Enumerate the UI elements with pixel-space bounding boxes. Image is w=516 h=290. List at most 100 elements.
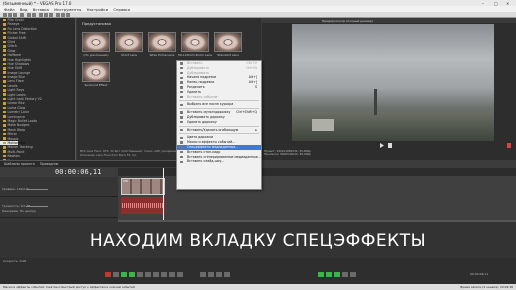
close-button[interactable]: ✕ <box>506 1 509 6</box>
snap-button[interactable] <box>200 272 206 277</box>
stop-button[interactable] <box>145 272 151 277</box>
paste-icon[interactable] <box>49 13 53 17</box>
normal-edit-tool-button[interactable] <box>318 272 324 277</box>
trim-button[interactable] <box>350 272 356 277</box>
audio-track-header[interactable]: Громкость: 0,0 dB Панорама: По центру <box>0 198 118 218</box>
video-event[interactable]: VID <box>121 178 165 195</box>
folder-icon <box>3 141 6 145</box>
go-to-start-button[interactable] <box>153 272 159 277</box>
preset-thumbnail[interactable] <box>181 32 209 52</box>
selection-edit-tool-button[interactable] <box>334 272 340 277</box>
minimize-button[interactable]: – <box>482 1 484 6</box>
save-icon[interactable] <box>13 13 17 17</box>
menu-item-icon <box>180 95 183 99</box>
render-icon[interactable] <box>20 13 24 17</box>
preset-label: Sunburst Effect <box>84 83 108 87</box>
folder-label: Image Blur <box>7 75 25 80</box>
menu-item-label: Вставить/Удалить огибающую <box>187 127 239 132</box>
folder-icon <box>3 58 6 61</box>
zoom-tool-icon[interactable] <box>66 13 70 17</box>
tab-project-templates[interactable]: Шаблоны проекта <box>4 162 35 166</box>
audio-waveform <box>122 203 164 208</box>
folder-icon <box>3 128 6 132</box>
cut-icon[interactable] <box>39 13 43 17</box>
playhead-cursor[interactable] <box>163 168 164 222</box>
envelope-tool-icon[interactable] <box>61 13 65 17</box>
preset-thumbnail[interactable] <box>148 32 176 52</box>
copy-icon[interactable] <box>44 13 48 17</box>
folder-icon <box>3 110 6 114</box>
video-frame <box>292 24 494 141</box>
tab-explorer[interactable]: Проводник <box>40 162 58 166</box>
menu-separator <box>179 108 259 110</box>
menu-item-icon <box>180 150 183 154</box>
menu-item-icon <box>180 111 183 114</box>
go-to-end-button[interactable] <box>161 272 167 277</box>
audio-event[interactable] <box>121 197 165 214</box>
video-track-header[interactable]: Уровень: 100,0 % <box>0 177 118 197</box>
folder-icon <box>3 97 6 101</box>
prev-frame-button[interactable] <box>169 272 175 277</box>
folder-label: Multi-Point <box>7 149 25 154</box>
menu-item[interactable]: Выбрать все после курсора <box>177 102 261 107</box>
menu-separator <box>179 125 259 127</box>
folder-label: Magic Bullet Looks <box>7 118 38 123</box>
folder-icon <box>3 62 6 66</box>
menu-item-label: Разделить <box>187 84 205 89</box>
new-icon[interactable] <box>3 13 7 17</box>
menu-item-icon <box>180 71 183 75</box>
maximize-button[interactable]: □ <box>494 1 498 6</box>
menu-item[interactable]: Удалить дорожку <box>177 120 261 125</box>
menu-item-label: Конец подрезки <box>187 80 215 85</box>
video-event-label: VID <box>123 178 128 183</box>
folder-label: Lens Flare <box>7 79 24 84</box>
folder-label: Luminance <box>7 114 25 119</box>
preview-transport-icons[interactable] <box>262 142 516 149</box>
split-button[interactable] <box>342 272 348 277</box>
timeline-timecode: 00:00:06,11 <box>55 168 102 176</box>
folder-label: Linear Blur <box>7 101 25 106</box>
folder-label: Motion Blur <box>7 140 26 145</box>
preview-info: Проект: 1920x1080x32, 30,000p Просмотр: … <box>264 149 514 157</box>
folder-icon <box>3 23 6 26</box>
window-title: (безымянный) * - VEGAS Pro 17.0 <box>3 0 72 6</box>
level-slider[interactable] <box>26 189 48 190</box>
menu-item-icon <box>180 160 183 164</box>
folder-icon <box>3 84 6 88</box>
preset-thumbnail[interactable] <box>82 32 110 52</box>
menu-item-label: Вставить событие <box>187 94 218 99</box>
folder-label: Lumetri Color <box>7 110 30 115</box>
menu-item[interactable]: Вставить/Удалить огибающую ▸ <box>177 128 261 133</box>
edit-tool-icon[interactable] <box>56 13 60 17</box>
lock-envelopes-button[interactable] <box>216 272 222 277</box>
play-button[interactable] <box>129 272 135 277</box>
menu-item-icon <box>180 120 183 124</box>
preset-label: (По умолчанию) <box>83 53 109 57</box>
open-icon[interactable] <box>8 13 12 17</box>
envelope-edit-tool-button[interactable] <box>326 272 332 277</box>
menu-item-icon <box>180 116 183 119</box>
loop-button[interactable] <box>113 272 119 277</box>
volume-slider[interactable] <box>26 206 48 207</box>
preview-toolbar: Предпросмотр (полный размер) <box>262 18 516 23</box>
redo-icon[interactable] <box>32 13 36 17</box>
preset-thumbnail[interactable] <box>82 62 110 82</box>
status-message: Маски и эффекты событий: Сжатие и быстры… <box>3 285 135 289</box>
auto-ripple-button[interactable] <box>208 272 214 277</box>
folder-label: Hue Shadows <box>7 61 30 66</box>
preset-thumbnail[interactable] <box>115 32 143 52</box>
pause-button[interactable] <box>137 272 143 277</box>
menu-item-icon <box>180 90 183 94</box>
menu-item-label: Вставить мультидорожку <box>187 110 231 115</box>
play-from-start-button[interactable] <box>121 272 127 277</box>
preview-quality-dropdown[interactable]: Предпросмотр (полный размер) <box>322 19 373 23</box>
next-frame-button[interactable] <box>177 272 183 277</box>
fx-preset-header: Предустановка <box>82 22 112 26</box>
preset-thumbnail[interactable] <box>214 32 242 52</box>
folder-icon <box>3 40 6 44</box>
ignore-grouping-button[interactable] <box>224 272 230 277</box>
folder-label: Global Shift <box>7 35 26 40</box>
menu-item[interactable]: Вставить слайд-шоу... <box>177 159 261 164</box>
undo-icon[interactable] <box>27 13 31 17</box>
record-button[interactable] <box>105 272 111 277</box>
